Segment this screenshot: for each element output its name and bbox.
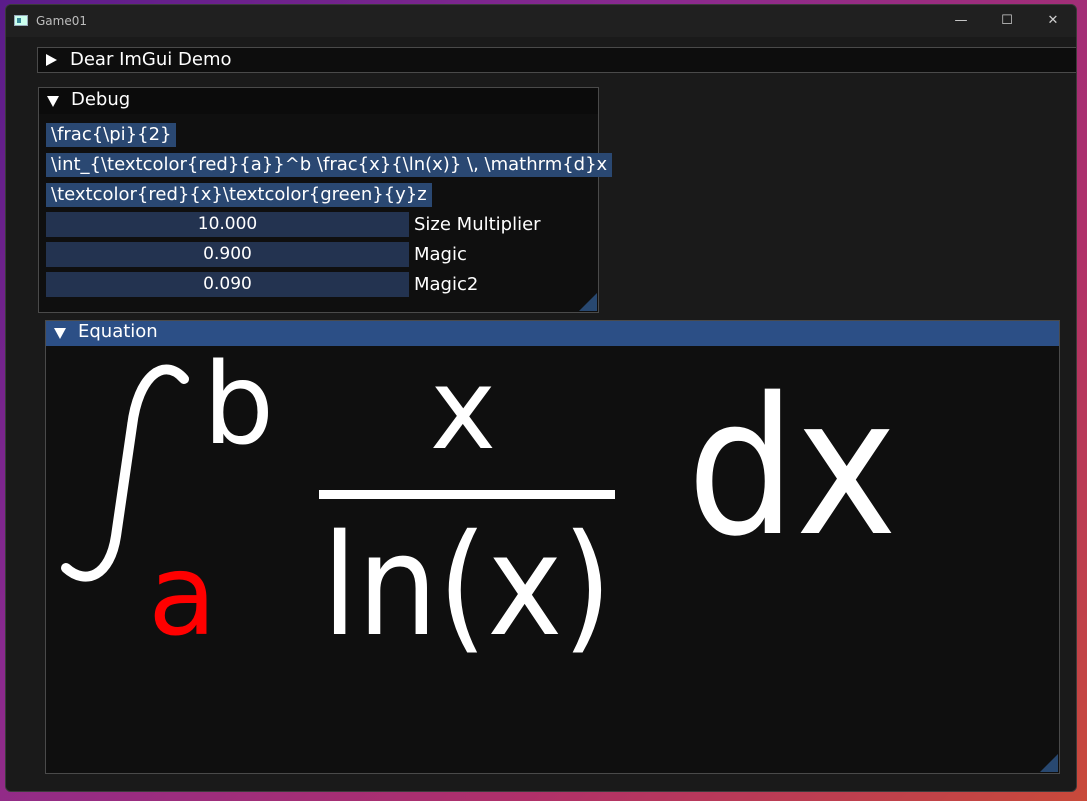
latex-input-1[interactable]: \frac{\pi}{2}: [46, 123, 177, 147]
demo-window-title: Dear ImGui Demo: [70, 49, 232, 70]
collapse-arrow-right-icon[interactable]: [46, 54, 57, 66]
fraction-bar: [319, 490, 615, 499]
differential: dx: [687, 357, 897, 578]
latex-input-3[interactable]: \textcolor{red}{x}\textcolor{green}{y}z: [46, 183, 432, 207]
client-area: Dear ImGui Demo Debug \frac{\pi}{2} \int…: [6, 37, 1076, 791]
latex-input-2[interactable]: \int_{\textcolor{red}{a}}^b \frac{x}{\ln…: [46, 153, 613, 177]
resize-grip-icon[interactable]: [579, 293, 597, 311]
title-bar[interactable]: Game01 — ☐ ✕: [6, 5, 1076, 37]
minimize-button[interactable]: —: [938, 5, 984, 37]
imgui-demo-window-collapsed[interactable]: Dear ImGui Demo: [37, 47, 1076, 73]
magic2-label: Magic2: [414, 274, 479, 295]
maximize-button[interactable]: ☐: [984, 5, 1030, 37]
upper-limit: b: [203, 346, 274, 470]
magic-slider[interactable]: 0.900: [46, 242, 409, 267]
collapse-arrow-down-icon[interactable]: [47, 96, 59, 107]
window-title: Game01: [36, 14, 87, 28]
debug-title-bar[interactable]: Debug: [39, 88, 598, 114]
debug-window-title: Debug: [71, 89, 131, 110]
equation-render: b a x ln(x) dx: [61, 346, 897, 668]
equation-window: Equation b a x ln(x) dx: [45, 320, 1060, 774]
debug-window: Debug \frac{\pi}{2} \int_{\textcolor{red…: [38, 87, 613, 313]
lower-limit: a: [148, 531, 217, 661]
app-window: Game01 — ☐ ✕ Dear ImGui Demo Debug \frac…: [5, 4, 1077, 792]
magic-label: Magic: [414, 244, 467, 265]
fraction-denominator: ln(x): [322, 505, 612, 668]
equation-title-bar[interactable]: Equation: [46, 321, 1059, 346]
size-multiplier-slider[interactable]: 10.000: [46, 212, 409, 237]
resize-grip-icon[interactable]: [1040, 754, 1058, 772]
size-multiplier-label: Size Multiplier: [414, 214, 541, 235]
fraction-numerator: x: [430, 346, 496, 475]
magic2-slider[interactable]: 0.090: [46, 272, 409, 297]
close-button[interactable]: ✕: [1030, 5, 1076, 37]
app-icon: [14, 15, 28, 26]
equation-window-title: Equation: [78, 321, 158, 342]
collapse-arrow-down-icon[interactable]: [54, 328, 66, 339]
